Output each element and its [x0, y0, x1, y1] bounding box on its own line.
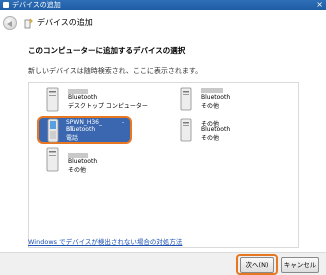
device-category: 電話 — [66, 135, 79, 142]
device-item[interactable]: Bluetooth デスクトップ コンピューター — [37, 85, 148, 115]
device-icon — [180, 118, 192, 142]
close-button[interactable]: × — [316, 0, 323, 10]
device-type: Bluetooth — [68, 158, 98, 165]
help-link[interactable]: Windows でデバイスが検出されない場合の対処方法 — [28, 236, 182, 246]
device-name-prefix: SPWN_H36_ — [66, 119, 102, 126]
cancel-button[interactable]: キャンセル — [281, 257, 319, 273]
device-icon — [180, 87, 192, 111]
back-button[interactable] — [3, 16, 17, 30]
device-type: Bluetooth — [68, 94, 98, 101]
nav-title: デバイスの追加 — [37, 18, 93, 27]
device-icon — [46, 147, 59, 172]
device-category: デスクトップ コンピューター — [68, 103, 148, 110]
add-device-window: デバイスの追加 × デバイスの追加 このコンピューターに追加するデバイスの選択 … — [0, 0, 326, 275]
page-subtext: 新しいデバイスは随時検索され、ここに表示されます。 — [28, 67, 203, 75]
device-add-icon — [24, 18, 33, 29]
device-item[interactable]: Bluetooth その他 — [37, 145, 132, 175]
device-category: その他 — [68, 167, 87, 174]
next-button[interactable]: 次へ(N) — [240, 257, 274, 273]
device-item-selected[interactable]: SPWN_H36_ -BT Bluetooth 電話 — [37, 116, 132, 144]
device-category: その他 — [201, 135, 220, 142]
phone-icon — [47, 118, 59, 143]
title-bar: デバイスの追加 × — [0, 0, 326, 10]
computer-icon — [46, 87, 59, 112]
window-title: デバイスの追加 — [12, 1, 61, 9]
device-name-placeholder — [201, 88, 223, 93]
window-icon — [3, 2, 9, 8]
device-item[interactable]: Bluetooth その他 — [175, 85, 270, 115]
device-type: Bluetooth — [66, 126, 96, 133]
device-type: Bluetooth — [201, 94, 231, 101]
device-category: その他 — [201, 103, 220, 110]
page-heading: このコンピューターに追加するデバイスの選択 — [28, 46, 186, 55]
device-type: Bluetooth — [201, 126, 231, 133]
device-item[interactable]: その他 Bluetooth その他 — [175, 116, 270, 146]
